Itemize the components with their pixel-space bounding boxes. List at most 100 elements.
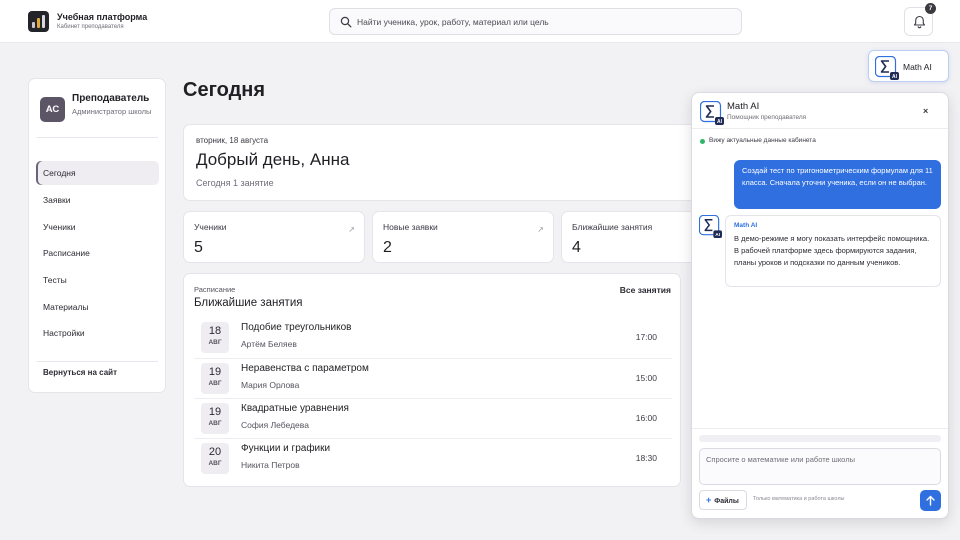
- ai-badge: AI: [892, 74, 898, 80]
- lesson-title: Подобие треугольников: [241, 322, 352, 333]
- stat-card-students[interactable]: Ученики 5 ↗: [183, 211, 365, 263]
- sidebar-item-today[interactable]: Сегодня: [36, 161, 159, 185]
- sidebar-divider: [37, 361, 158, 362]
- profile-role: Администратор школы: [72, 107, 152, 116]
- lesson-date: 18 АВГ: [201, 322, 229, 353]
- sidebar-item-requests[interactable]: Заявки: [36, 188, 159, 212]
- sidebar-item-schedule[interactable]: Расписание: [36, 241, 159, 265]
- lesson-date: 19 АВГ: [201, 403, 229, 434]
- greeting-date: вторник, 18 августа: [196, 136, 269, 145]
- avatar[interactable]: АС: [40, 97, 65, 122]
- math-ai-title: Math AI: [727, 101, 760, 112]
- search-input[interactable]: [357, 9, 727, 34]
- lesson-row[interactable]: 19 АВГ Неравенства с параметром Мария Ор…: [194, 358, 672, 400]
- lesson-student: Мария Орлова: [241, 380, 300, 390]
- lesson-student: Артём Беляев: [241, 339, 297, 349]
- ai-badge: AI: [715, 232, 720, 238]
- lesson-row[interactable]: 18 АВГ Подобие треугольников Артём Беляе…: [194, 318, 672, 359]
- close-icon[interactable]: ×: [923, 106, 928, 116]
- sigma-ai-icon: AI: [875, 56, 899, 80]
- math-ai-launcher-label: Math AI: [903, 62, 932, 72]
- arrow-up-right-icon: ↗: [348, 225, 355, 234]
- lesson-row[interactable]: 20 АВГ Функции и графики Никита Петров 1…: [194, 438, 672, 480]
- search-box[interactable]: [329, 8, 742, 35]
- lesson-time: 18:30: [635, 453, 657, 463]
- online-status-icon: [700, 139, 705, 144]
- assistant-name: Math AI: [734, 222, 758, 229]
- lesson-month: АВГ: [208, 380, 222, 387]
- sigma-ai-icon: AI: [699, 215, 722, 238]
- lesson-month: АВГ: [208, 420, 222, 427]
- schedule-card: Расписание Ближайшие занятия Все занятия…: [183, 273, 681, 487]
- panel-divider: [692, 428, 948, 429]
- row-divider: [194, 358, 672, 359]
- stat-label: Ученики: [194, 222, 227, 232]
- stat-value: 4: [572, 239, 581, 256]
- user-message: Создай тест по тригонометрическим формул…: [734, 160, 941, 209]
- lesson-student: София Лебедева: [241, 420, 309, 430]
- sigma-ai-icon: AI: [700, 101, 724, 125]
- row-divider: [194, 438, 672, 439]
- brand-title: Учебная платформа: [57, 12, 148, 22]
- all-lessons-link[interactable]: Все занятия: [620, 285, 671, 295]
- lesson-day: 20: [208, 446, 222, 458]
- math-ai-message-input[interactable]: [699, 448, 941, 485]
- panel-divider: [692, 128, 948, 129]
- sidebar-divider: [37, 137, 158, 138]
- plus-icon: +: [706, 495, 712, 505]
- stat-value: 2: [383, 239, 392, 256]
- lesson-student: Никита Петров: [241, 460, 300, 470]
- lesson-title: Функции и графики: [241, 443, 331, 454]
- lesson-title: Квадратные уравнения: [241, 403, 349, 414]
- assistant-message: Math AI В демо-режиме я могу показать ин…: [725, 215, 941, 287]
- sidebar-item-materials[interactable]: Материалы: [36, 295, 159, 319]
- schedule-title: Ближайшие занятия: [194, 297, 303, 309]
- page-title: Сегодня: [183, 79, 266, 101]
- lesson-title: Неравенства с параметром: [241, 363, 369, 374]
- attach-files-button[interactable]: + Файлы: [699, 490, 747, 510]
- lesson-day: 19: [208, 406, 222, 418]
- lesson-month: АВГ: [208, 460, 222, 467]
- math-ai-subtitle: Помощник преподавателя: [727, 114, 807, 121]
- search-icon: [340, 16, 352, 28]
- stat-value: 5: [194, 239, 203, 256]
- arrow-up-right-icon: ↗: [537, 225, 544, 234]
- sidebar-item-students[interactable]: Ученики: [36, 215, 159, 239]
- top-bar: Учебная платформа Кабинет преподавателя …: [0, 0, 960, 43]
- row-divider: [194, 398, 672, 399]
- math-ai-launcher-button[interactable]: AI Math AI: [868, 50, 949, 82]
- profile-name: Преподаватель: [72, 93, 150, 104]
- stat-card-new-requests[interactable]: Новые заявки 2 ↗: [372, 211, 554, 263]
- lesson-month: АВГ: [208, 339, 222, 346]
- lesson-time: 17:00: [635, 332, 657, 342]
- files-label: Файлы: [714, 498, 739, 505]
- lesson-date: 20 АВГ: [201, 443, 229, 474]
- ai-badge: AI: [717, 119, 723, 125]
- notifications-badge: 7: [925, 3, 936, 14]
- sidebar-item-tests[interactable]: Тесты: [36, 268, 159, 292]
- back-to-site-link[interactable]: Вернуться на сайт: [43, 368, 117, 377]
- schedule-label: Расписание: [194, 285, 236, 294]
- stat-label: Новые заявки: [383, 222, 438, 232]
- bell-icon: [913, 15, 926, 29]
- lesson-time: 15:00: [635, 373, 657, 383]
- lesson-date: 19 АВГ: [201, 363, 229, 394]
- greeting-hello: Добрый день, Анна: [196, 150, 350, 169]
- lesson-row[interactable]: 19 АВГ Квадратные уравнения София Лебеде…: [194, 398, 672, 440]
- stat-label: Ближайшие занятия: [572, 222, 653, 232]
- lesson-day: 19: [208, 366, 222, 378]
- arrow-up-icon: [926, 495, 935, 506]
- sidebar: АС Преподаватель Администратор школы Сег…: [28, 78, 166, 393]
- lesson-time: 16:00: [635, 413, 657, 423]
- math-ai-status: Вижу актуальные данные кабинета: [709, 137, 816, 144]
- lesson-day: 18: [208, 325, 222, 337]
- math-ai-hint: Только математика и работа школы: [753, 496, 845, 502]
- math-ai-panel: AI Math AI Помощник преподавателя × Вижу…: [691, 92, 949, 519]
- send-button[interactable]: [920, 490, 941, 511]
- greeting-card: вторник, 18 августа Добрый день, Анна Се…: [183, 124, 713, 201]
- suggestions-strip: [699, 435, 941, 442]
- sidebar-item-settings[interactable]: Настройки: [36, 321, 159, 345]
- brand-subtitle: Кабинет преподавателя: [57, 24, 124, 30]
- platform-logo-icon[interactable]: [28, 11, 49, 32]
- assistant-text: В демо-режиме я могу показать интерфейс …: [734, 234, 930, 267]
